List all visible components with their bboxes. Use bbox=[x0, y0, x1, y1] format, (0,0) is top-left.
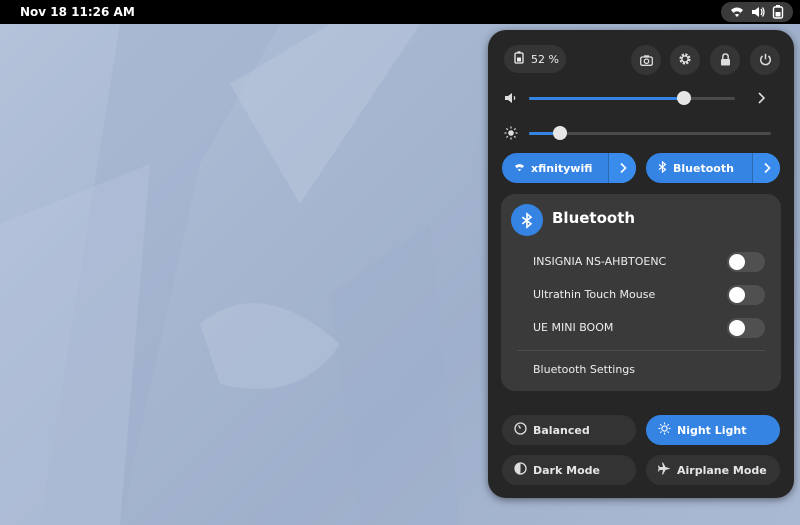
top-bar: Nov 18 11:26 AM bbox=[0, 0, 800, 24]
battery-percentage: 52 % bbox=[531, 52, 559, 66]
bluetooth-header-icon bbox=[511, 204, 543, 236]
bluetooth-menu: Bluetooth INSIGNIA NS-AHBTOENC Ultrathin… bbox=[501, 194, 781, 391]
volume-muted-icon bbox=[504, 90, 518, 109]
lock-icon bbox=[720, 51, 731, 70]
dark-mode-label: Dark Mode bbox=[533, 463, 600, 477]
volume-icon bbox=[751, 6, 765, 18]
power-icon bbox=[759, 51, 772, 70]
switch-knob bbox=[729, 320, 745, 336]
wifi-toggle[interactable]: xfinitywifi bbox=[502, 153, 636, 183]
device-row[interactable]: Ultrathin Touch Mouse bbox=[533, 283, 765, 305]
volume-menu-arrow[interactable] bbox=[756, 90, 766, 109]
wifi-icon bbox=[730, 6, 744, 18]
device-name: Ultrathin Touch Mouse bbox=[533, 287, 656, 301]
dark-mode-icon bbox=[514, 462, 527, 478]
night-light-button[interactable]: Night Light bbox=[646, 415, 780, 445]
clock[interactable]: Nov 18 11:26 AM bbox=[20, 5, 135, 19]
airplane-icon bbox=[658, 462, 671, 478]
battery-icon bbox=[772, 5, 784, 19]
power-profile-label: Balanced bbox=[533, 423, 590, 437]
brightness-icon bbox=[504, 125, 518, 144]
wifi-icon bbox=[514, 162, 525, 175]
bluetooth-toggle[interactable]: Bluetooth bbox=[646, 153, 780, 183]
dark-mode-button[interactable]: Dark Mode bbox=[502, 455, 636, 485]
battery-icon bbox=[514, 51, 525, 67]
volume-slider-handle[interactable] bbox=[677, 91, 691, 105]
bluetooth-toggle-label: Bluetooth bbox=[673, 161, 734, 175]
bluetooth-menu-arrow[interactable] bbox=[752, 153, 780, 183]
battery-button[interactable]: 52 % bbox=[504, 45, 566, 73]
switch-knob bbox=[729, 254, 745, 270]
bluetooth-menu-title: Bluetooth bbox=[552, 209, 636, 227]
device-row[interactable]: INSIGNIA NS-AHBTOENC bbox=[533, 250, 765, 272]
system-tray[interactable] bbox=[721, 2, 793, 22]
wifi-toggle-label: xfinitywifi bbox=[531, 161, 593, 175]
bluetooth-settings-item[interactable]: Bluetooth Settings bbox=[533, 363, 635, 376]
bluetooth-icon bbox=[658, 160, 667, 176]
screenshot-button[interactable] bbox=[631, 45, 661, 75]
airplane-mode-button[interactable]: Airplane Mode bbox=[646, 455, 780, 485]
quick-settings-panel: 52 % xfinitywifi Bluetooth Bluetooth INS… bbox=[488, 30, 794, 498]
device-switch[interactable] bbox=[727, 252, 765, 272]
power-button[interactable] bbox=[750, 45, 780, 75]
device-switch[interactable] bbox=[727, 318, 765, 338]
airplane-mode-label: Airplane Mode bbox=[677, 463, 767, 477]
switch-knob bbox=[729, 287, 745, 303]
device-switch[interactable] bbox=[727, 285, 765, 305]
volume-slider[interactable] bbox=[529, 91, 735, 105]
power-profile-button[interactable]: Balanced bbox=[502, 415, 636, 445]
bluetooth-toggle-main[interactable]: Bluetooth bbox=[646, 153, 752, 183]
screenshot-icon bbox=[639, 51, 653, 70]
brightness-slider[interactable] bbox=[529, 126, 771, 140]
device-row[interactable]: UE MINI BOOM bbox=[533, 316, 765, 338]
volume-slider-fill bbox=[529, 97, 684, 100]
brightness-slider-handle[interactable] bbox=[553, 126, 567, 140]
night-light-label: Night Light bbox=[677, 423, 747, 437]
lock-button[interactable] bbox=[710, 45, 740, 75]
settings-icon bbox=[678, 51, 692, 70]
wifi-menu-arrow[interactable] bbox=[608, 153, 636, 183]
menu-separator bbox=[517, 350, 765, 351]
brightness-slider-row bbox=[504, 123, 780, 143]
device-name: INSIGNIA NS-AHBTOENC bbox=[533, 254, 667, 268]
wifi-toggle-main[interactable]: xfinitywifi bbox=[502, 153, 608, 183]
settings-button[interactable] bbox=[670, 45, 700, 75]
power-profile-icon bbox=[514, 422, 527, 438]
device-name: UE MINI BOOM bbox=[533, 320, 614, 334]
volume-slider-row bbox=[504, 88, 780, 108]
night-light-icon bbox=[658, 422, 671, 438]
